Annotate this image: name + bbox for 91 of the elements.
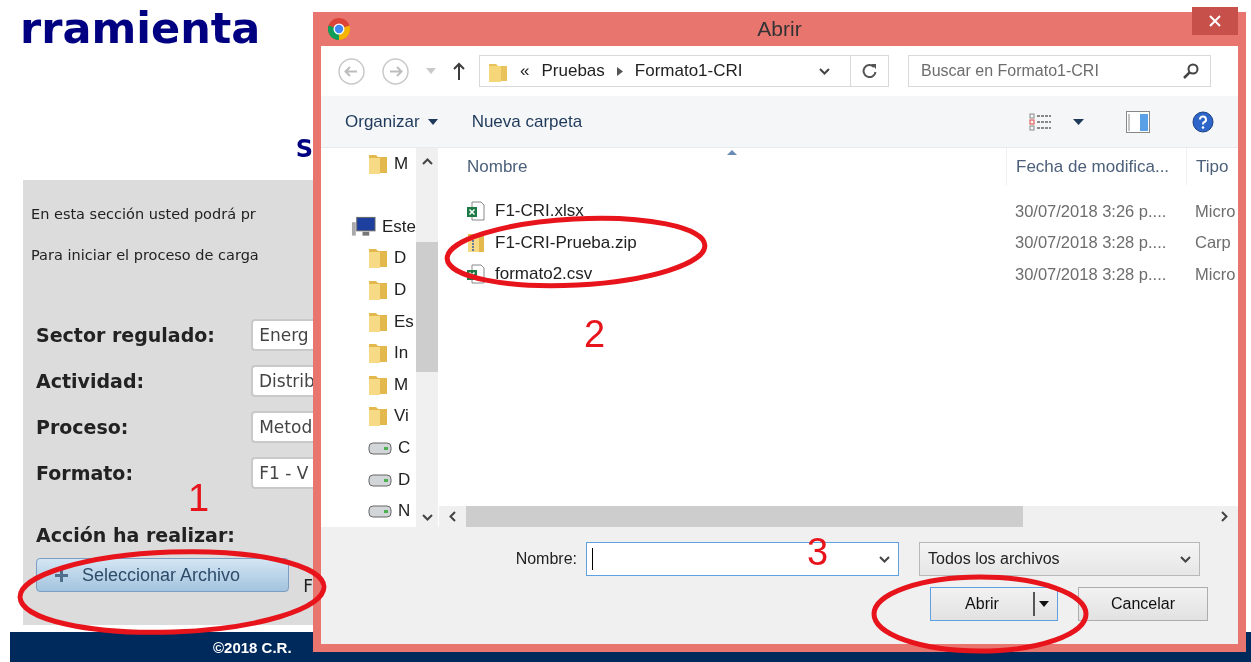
select-file-button[interactable]: Seleccionar Archivo bbox=[36, 558, 290, 592]
chevron-up-icon[interactable] bbox=[421, 158, 433, 166]
breadcrumb-item[interactable]: Formato1-CRI bbox=[634, 61, 743, 82]
nav-item[interactable]: Este bbox=[321, 211, 416, 243]
spreadsheet-icon bbox=[467, 264, 485, 285]
caret-icon bbox=[1039, 601, 1049, 607]
select-field[interactable]: Metod bbox=[251, 411, 313, 443]
file-type: Micro bbox=[1194, 264, 1237, 284]
file-date: 30/07/2018 3:26 p.... bbox=[1014, 201, 1168, 221]
chevron-left-icon[interactable] bbox=[449, 511, 456, 522]
close-button[interactable] bbox=[1192, 7, 1238, 36]
select-field[interactable]: Energ bbox=[251, 319, 313, 351]
search-icon bbox=[1183, 63, 1199, 80]
column-header[interactable]: Nombre bbox=[439, 148, 1006, 186]
column-header[interactable]: Tipo bbox=[1186, 148, 1238, 186]
chevron-down-icon[interactable] bbox=[819, 67, 830, 75]
scrollbar-thumb[interactable] bbox=[416, 242, 438, 373]
action-label: Acción ha realizar: bbox=[35, 524, 236, 546]
select-field[interactable]: Distrib bbox=[251, 365, 313, 397]
nav-item[interactable]: Vi bbox=[321, 400, 416, 433]
nav-item[interactable]: D bbox=[321, 463, 416, 496]
nav-item[interactable]: D bbox=[321, 274, 416, 306]
chevron-down-icon[interactable] bbox=[421, 514, 433, 521]
refresh-icon bbox=[862, 63, 877, 80]
drive-icon bbox=[368, 503, 392, 520]
file-name[interactable]: F1-CRI.xlsx bbox=[439, 201, 1006, 222]
scrollbar-thumb[interactable] bbox=[466, 506, 1023, 527]
search-field[interactable]: Buscar en Formato1-CRI bbox=[908, 55, 1211, 88]
file-type: Micro bbox=[1194, 201, 1237, 221]
annotation-number: 3 bbox=[807, 532, 829, 572]
browser-logo-icon bbox=[327, 17, 351, 42]
annotation-number: 1 bbox=[188, 478, 210, 518]
field-label: Sector regulado: bbox=[35, 324, 216, 346]
computer-icon bbox=[351, 215, 376, 238]
column-header[interactable]: Fecha de modifica... bbox=[1006, 148, 1186, 186]
section-title: S bbox=[294, 134, 313, 164]
drive-icon bbox=[368, 471, 392, 488]
nav-item[interactable]: M bbox=[321, 148, 416, 181]
vertical-scrollbar[interactable] bbox=[416, 148, 438, 527]
dialog-title: Abrir bbox=[757, 17, 802, 42]
address-bar[interactable]: « Pruebas Formato1-CRI bbox=[479, 55, 889, 88]
folder-icon bbox=[368, 153, 388, 176]
field-label: Actividad: bbox=[35, 370, 146, 392]
open-button[interactable]: Abrir bbox=[930, 587, 1058, 621]
intro-text: Para iniciar el proceso de carga bbox=[31, 247, 260, 265]
folder-icon bbox=[368, 373, 388, 396]
list-view-icon[interactable] bbox=[1029, 112, 1051, 131]
chevron-down-icon bbox=[879, 555, 890, 563]
annotation-number: 2 bbox=[584, 314, 606, 354]
help-icon[interactable] bbox=[1192, 110, 1214, 133]
plus-icon bbox=[55, 568, 68, 582]
chevron-right-icon[interactable] bbox=[1221, 511, 1228, 522]
breadcrumb-overflow[interactable]: « bbox=[520, 61, 530, 82]
toolbar-button[interactable]: Organizar bbox=[339, 107, 444, 136]
field-label: Formato: bbox=[35, 462, 134, 484]
preview-pane-icon[interactable] bbox=[1126, 110, 1150, 133]
folder-icon bbox=[368, 310, 388, 333]
drive-icon bbox=[368, 440, 392, 456]
toolbar-button[interactable]: Nueva carpeta bbox=[465, 107, 589, 136]
nav-item[interactable]: In bbox=[321, 337, 416, 370]
nav-item[interactable]: Es bbox=[321, 305, 416, 338]
folder-icon bbox=[368, 247, 388, 270]
file-name[interactable]: F1-CRI-Prueba.zip bbox=[439, 232, 1006, 253]
spreadsheet-icon bbox=[467, 201, 485, 222]
cancel-button[interactable]: Cancelar bbox=[1078, 587, 1208, 621]
chevron-down-icon bbox=[1180, 555, 1191, 563]
select-field[interactable]: F1 - V bbox=[251, 457, 313, 489]
folder-icon bbox=[368, 405, 388, 428]
up-arrow-icon[interactable] bbox=[453, 62, 465, 81]
intro-text: En esta sección usted podrá pr bbox=[31, 206, 257, 224]
file-type: Carp bbox=[1194, 233, 1232, 253]
file-type-dropdown[interactable]: Todos los archivos bbox=[919, 542, 1200, 576]
folder-icon bbox=[368, 279, 388, 302]
caret-icon[interactable] bbox=[1073, 118, 1084, 125]
close-icon bbox=[1209, 15, 1221, 28]
footer-text: ©2018 C.R. bbox=[213, 638, 292, 656]
file-date: 30/07/2018 3:28 p.... bbox=[1014, 264, 1168, 284]
horizontal-scrollbar[interactable] bbox=[439, 506, 1238, 527]
filename-label: Nombre: bbox=[514, 550, 578, 568]
page-title: rramienta bbox=[19, 2, 262, 52]
nav-item[interactable]: D bbox=[321, 242, 416, 275]
field-label: Proceso: bbox=[35, 416, 130, 438]
nav-item[interactable]: C bbox=[321, 432, 416, 464]
chevron-right-icon[interactable] bbox=[616, 66, 623, 76]
nav-item[interactable]: M bbox=[321, 369, 416, 401]
folder-icon bbox=[368, 342, 388, 365]
nav-item[interactable]: N bbox=[321, 495, 416, 527]
status-text: F bbox=[303, 576, 313, 596]
file-name[interactable]: formato2.csv bbox=[439, 264, 1006, 285]
file-date: 30/07/2018 3:28 p.... bbox=[1014, 233, 1168, 253]
breadcrumb-item[interactable]: Pruebas bbox=[541, 61, 605, 82]
